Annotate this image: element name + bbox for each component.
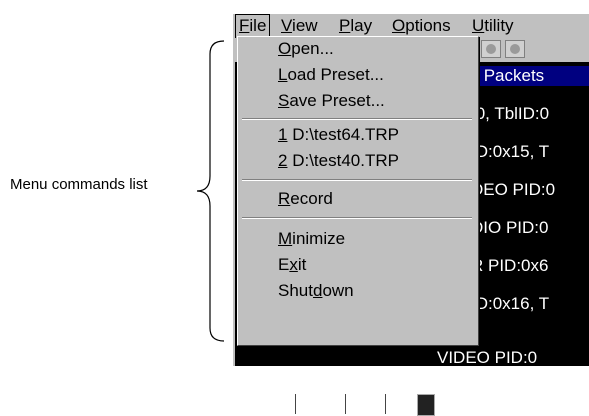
grid-divider — [345, 394, 346, 414]
list-item[interactable]: VIDEO PID:0 — [437, 348, 537, 368]
menu-item-shutdown[interactable]: Shutdown — [278, 281, 354, 301]
menu-file[interactable]: File — [235, 14, 271, 38]
menu-separator — [242, 217, 472, 219]
menu-item-save-preset[interactable]: Save Preset... — [278, 91, 385, 111]
list-item[interactable]: ', Packets — [465, 66, 589, 86]
menu-item-record[interactable]: Record — [278, 189, 333, 209]
menu-play[interactable]: Play — [336, 15, 375, 37]
stop-icon — [486, 44, 496, 54]
grid-divider — [295, 394, 296, 414]
menu-view[interactable]: View — [278, 15, 321, 37]
menu-item-open[interactable]: Open... — [278, 39, 334, 59]
menu-item-minimize[interactable]: Minimize — [278, 229, 345, 249]
grid-divider — [385, 394, 386, 414]
menu-options[interactable]: Options — [389, 15, 454, 37]
callout-label: Menu commands list — [10, 176, 148, 193]
menu-utility[interactable]: Utility — [469, 15, 517, 37]
menu-item-recent-1[interactable]: 1 D:\test64.TRP — [278, 125, 399, 145]
list-item[interactable]: :0, TblID:0 — [471, 104, 549, 124]
bracket-icon — [196, 40, 225, 342]
menu-item-load-preset[interactable]: Load Preset... — [278, 65, 384, 85]
menu-separator — [242, 118, 472, 120]
record-button[interactable] — [505, 40, 525, 58]
record-icon — [510, 44, 520, 54]
menu-item-recent-2[interactable]: 2 D:\test40.TRP — [278, 151, 399, 171]
film-icon — [417, 394, 435, 416]
file-menu-dropdown: Open... Load Preset... Save Preset... 1 … — [237, 36, 479, 346]
menu-separator — [242, 179, 472, 181]
list-item[interactable]: ID:0x16, T — [471, 294, 549, 314]
list-item[interactable]: DIO PID:0 — [471, 218, 548, 238]
list-item[interactable]: R PID:0x6 — [471, 256, 548, 276]
list-item[interactable]: ID:0x15, T — [471, 142, 549, 162]
list-item[interactable]: DEO PID:0 — [471, 180, 555, 200]
stop-button[interactable] — [481, 40, 501, 58]
menu-item-exit[interactable]: Exit — [278, 255, 306, 275]
